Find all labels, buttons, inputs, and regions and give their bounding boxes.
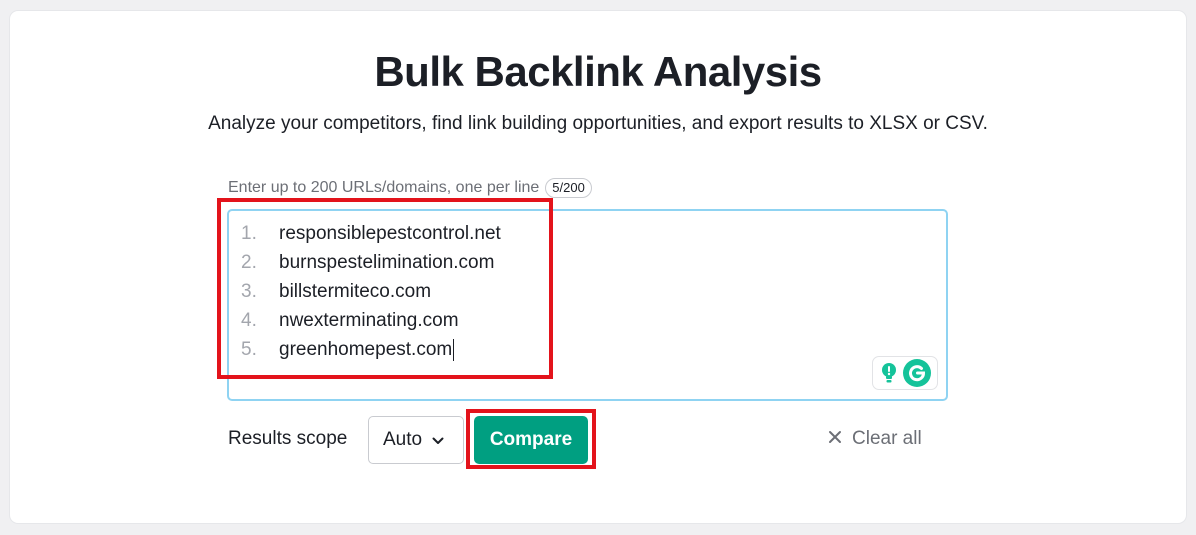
close-icon: [828, 428, 842, 450]
grammarly-widget[interactable]: [872, 356, 938, 390]
url-count-badge: 5/200: [545, 178, 592, 198]
compare-highlight-box: [466, 409, 596, 469]
page-subtitle: Analyze your competitors, find link buil…: [208, 113, 988, 134]
results-scope-select[interactable]: Auto: [368, 416, 464, 464]
urls-highlight-box: [217, 198, 553, 379]
grammarly-icon[interactable]: [903, 359, 931, 387]
chevron-down-icon: [432, 429, 444, 451]
clear-all-label: Clear all: [852, 428, 922, 449]
page-title: Bulk Backlink Analysis: [374, 48, 822, 95]
clear-all-button[interactable]: Clear all: [828, 428, 922, 450]
results-scope-label: Results scope: [228, 428, 348, 449]
lightbulb-icon[interactable]: [879, 362, 899, 384]
urls-field-label-text: Enter up to 200 URLs/domains, one per li…: [228, 179, 540, 196]
results-scope-value: Auto: [383, 429, 423, 450]
urls-field-label: Enter up to 200 URLs/domains, one per li…: [228, 178, 592, 198]
